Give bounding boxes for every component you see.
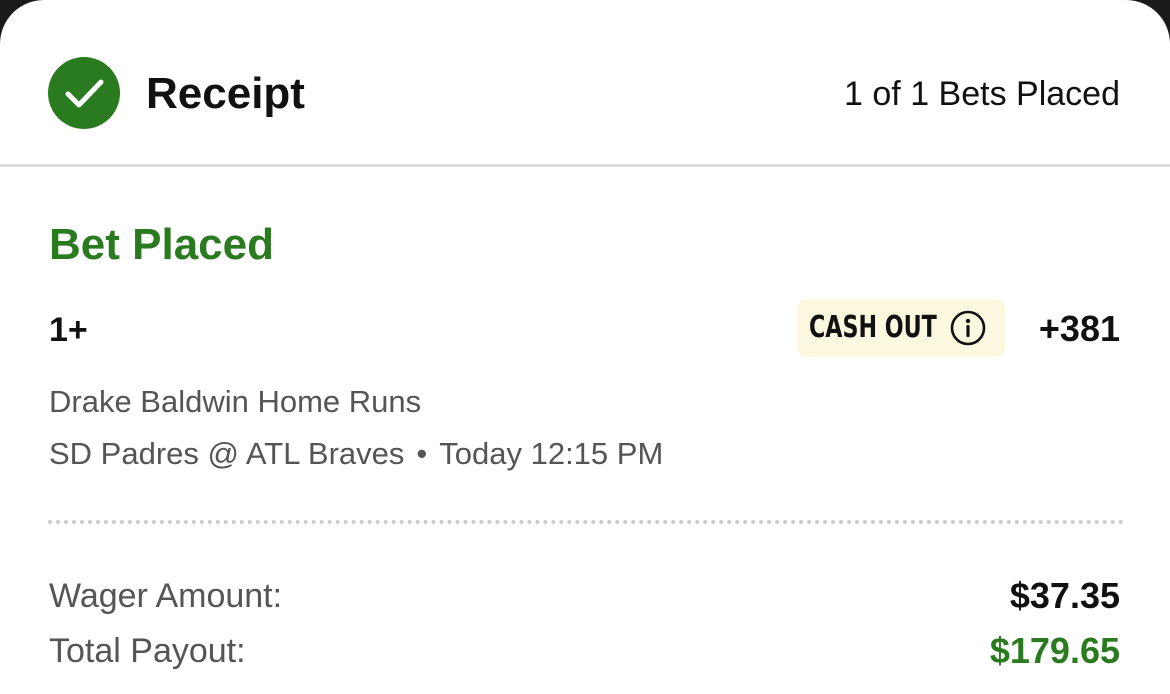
bet-status: Bet Placed <box>49 220 274 269</box>
cash-out-label: CASH OUT <box>809 310 937 345</box>
bet-event: SD Padres @ ATL Braves • Today 12:15 PM <box>49 434 663 474</box>
wager-amount-label: Wager Amount: <box>49 577 283 615</box>
event-matchup: SD Padres @ ATL Braves <box>49 436 405 471</box>
header-divider <box>0 164 1170 167</box>
page-title: Receipt <box>146 69 305 118</box>
total-payout-label: Total Payout: <box>49 632 246 670</box>
cash-out-badge[interactable]: CASH OUT <box>797 299 1005 357</box>
total-payout-value: $179.65 <box>989 630 1120 671</box>
bets-placed-count: 1 of 1 Bets Placed <box>844 75 1120 113</box>
event-time: Today 12:15 PM <box>439 436 664 471</box>
bet-market: Drake Baldwin Home Runs <box>49 384 422 419</box>
receipt-header: Receipt 1 of 1 Bets Placed <box>0 0 1170 164</box>
dotted-divider <box>48 520 1124 524</box>
check-circle-icon <box>48 57 120 129</box>
wager-amount-value: $37.35 <box>1009 575 1120 616</box>
bet-odds: +381 <box>1038 308 1120 349</box>
event-separator: • <box>416 436 428 471</box>
info-icon[interactable] <box>950 310 986 346</box>
bet-selection: 1+ <box>49 311 88 349</box>
receipt-sheet: Receipt 1 of 1 Bets Placed Bet Placed 1+… <box>0 0 1170 694</box>
